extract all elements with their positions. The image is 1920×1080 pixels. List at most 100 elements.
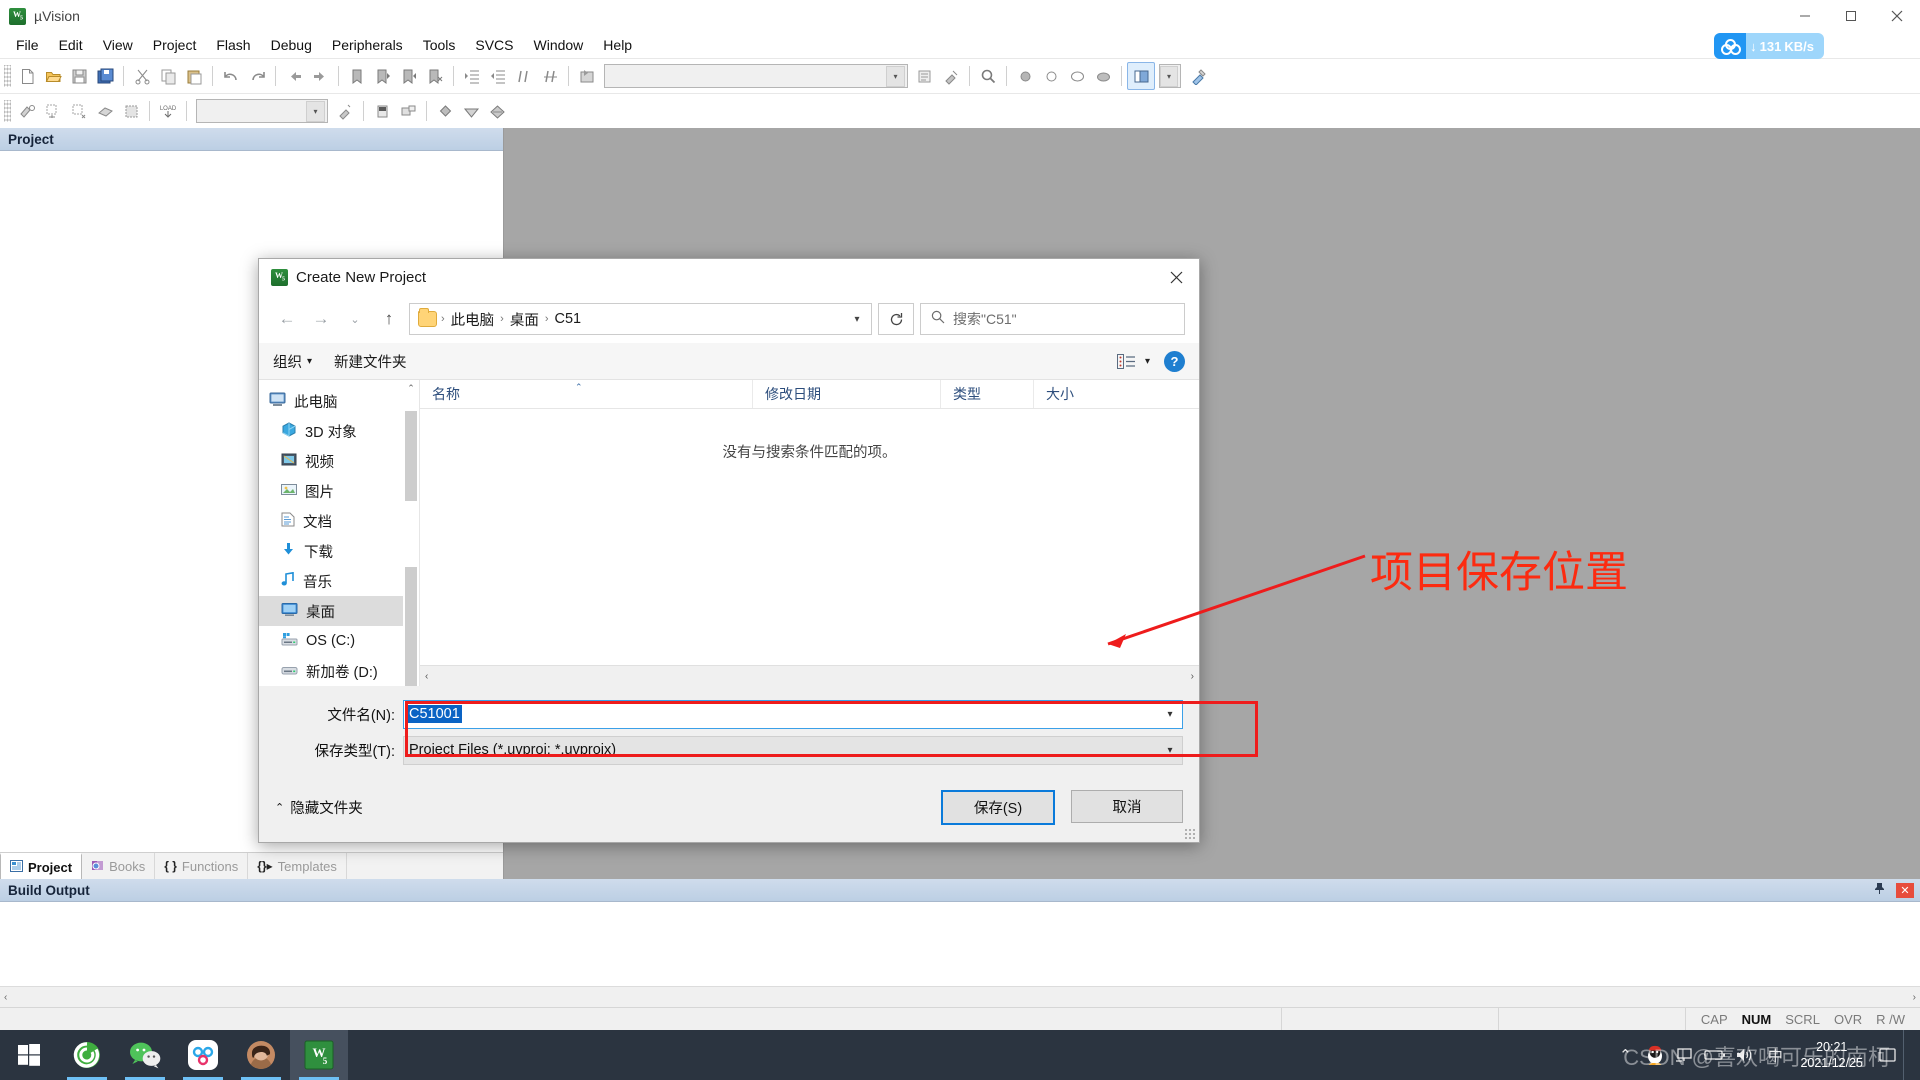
copy-icon[interactable] bbox=[155, 63, 181, 89]
project-target-combo[interactable]: ▾ bbox=[196, 99, 328, 123]
batch-build-icon[interactable] bbox=[92, 98, 118, 124]
menu-item-file[interactable]: File bbox=[6, 34, 49, 56]
nav-item-desktop[interactable]: 桌面 bbox=[259, 596, 419, 626]
up-icon[interactable]: ↑ bbox=[375, 305, 403, 333]
dialog-close-button[interactable] bbox=[1153, 259, 1199, 295]
chevron-down-icon[interactable]: ▾ bbox=[845, 306, 869, 332]
undo-icon[interactable] bbox=[218, 63, 244, 89]
pack-refresh-icon[interactable] bbox=[484, 98, 510, 124]
help-icon[interactable]: ? bbox=[1164, 350, 1185, 372]
close-button[interactable] bbox=[1874, 0, 1920, 32]
tab-functions[interactable]: { } Functions bbox=[155, 853, 249, 879]
bookmark-toggle-icon[interactable] bbox=[344, 63, 370, 89]
cut-icon[interactable] bbox=[129, 63, 155, 89]
manage-targets-icon[interactable] bbox=[938, 63, 964, 89]
nav-item-3d-objects[interactable]: 3D 对象 bbox=[259, 416, 419, 446]
menu-item-window[interactable]: Window bbox=[524, 34, 594, 56]
target-options-icon[interactable] bbox=[912, 63, 938, 89]
new-folder-button[interactable]: 新建文件夹 bbox=[334, 351, 407, 372]
menu-item-view[interactable]: View bbox=[93, 34, 143, 56]
stop-build-icon[interactable] bbox=[118, 98, 144, 124]
pack-installer-icon[interactable] bbox=[432, 98, 458, 124]
breakpoint-disable-icon[interactable] bbox=[1038, 63, 1064, 89]
menu-item-flash[interactable]: Flash bbox=[206, 34, 260, 56]
dialog-resize-grip[interactable] bbox=[1184, 828, 1196, 840]
nav-item-downloads[interactable]: 下载 bbox=[259, 536, 419, 566]
breakpoint-clear-icon[interactable] bbox=[1064, 63, 1090, 89]
breadcrumb-item-desktop[interactable]: 桌面 bbox=[508, 309, 541, 330]
project-window-toggle-icon[interactable] bbox=[1127, 62, 1155, 90]
paste-icon[interactable] bbox=[181, 63, 207, 89]
file-list-hscrollbar[interactable]: ‹ › bbox=[420, 665, 1199, 686]
menu-item-peripherals[interactable]: Peripherals bbox=[322, 34, 413, 56]
window-layout-dropdown[interactable]: ▾ bbox=[1159, 64, 1181, 88]
menu-item-tools[interactable]: Tools bbox=[413, 34, 466, 56]
build-target-icon[interactable] bbox=[40, 98, 66, 124]
tab-templates[interactable]: {}▸ Templates bbox=[248, 853, 347, 879]
toolbar-grip[interactable] bbox=[4, 100, 11, 122]
new-file-icon[interactable] bbox=[14, 63, 40, 89]
refresh-icon[interactable] bbox=[878, 303, 914, 335]
comment-icon[interactable] bbox=[511, 63, 537, 89]
forward-icon[interactable]: → bbox=[307, 305, 335, 333]
cancel-button[interactable]: 取消 bbox=[1071, 789, 1183, 823]
find-icon[interactable] bbox=[975, 63, 1001, 89]
translate-icon[interactable] bbox=[14, 98, 40, 124]
recent-locations-icon[interactable]: ⌄ bbox=[341, 305, 369, 333]
scroll-up-icon[interactable]: ⌃ bbox=[403, 380, 419, 397]
download-load-icon[interactable]: LOAD bbox=[155, 98, 181, 124]
menu-item-svcs[interactable]: SVCS bbox=[465, 34, 523, 56]
nav-item-videos[interactable]: 视频 bbox=[259, 446, 419, 476]
bookmark-prev-icon[interactable] bbox=[370, 63, 396, 89]
pack-manage-icon[interactable] bbox=[458, 98, 484, 124]
pin-icon[interactable] bbox=[1873, 882, 1886, 898]
back-icon[interactable]: ← bbox=[273, 305, 301, 333]
column-size[interactable]: 大小 bbox=[1033, 380, 1199, 408]
column-date-modified[interactable]: 修改日期 bbox=[752, 380, 940, 408]
breadcrumb-item-this-pc[interactable]: 此电脑 bbox=[449, 309, 497, 330]
indent-decrease-icon[interactable] bbox=[485, 63, 511, 89]
save-all-icon[interactable] bbox=[92, 63, 118, 89]
bookmark-next-icon[interactable] bbox=[396, 63, 422, 89]
bookmark-clear-icon[interactable] bbox=[422, 63, 448, 89]
manage-components-icon[interactable] bbox=[395, 98, 421, 124]
view-list-icon[interactable]: ▾ bbox=[1116, 353, 1150, 369]
chevron-down-icon[interactable]: ▾ bbox=[1158, 738, 1182, 763]
tab-books[interactable]: Books bbox=[82, 853, 156, 879]
indent-increase-icon[interactable] bbox=[459, 63, 485, 89]
target-options-2-icon[interactable] bbox=[332, 98, 358, 124]
target-combo[interactable]: ▾ bbox=[604, 64, 908, 88]
wechat-icon[interactable] bbox=[116, 1030, 174, 1080]
show-desktop-button[interactable] bbox=[1903, 1030, 1912, 1080]
start-button[interactable] bbox=[0, 1030, 58, 1080]
breakpoint-icon[interactable] bbox=[1012, 63, 1038, 89]
menu-item-help[interactable]: Help bbox=[593, 34, 642, 56]
nav-item-pictures[interactable]: 图片 bbox=[259, 476, 419, 506]
scroll-left-icon[interactable]: ‹ bbox=[425, 671, 428, 682]
minimize-button[interactable] bbox=[1782, 0, 1828, 32]
keil-uvision-icon[interactable]: W5 bbox=[290, 1030, 348, 1080]
column-name[interactable]: 名称 bbox=[420, 380, 752, 408]
menu-item-debug[interactable]: Debug bbox=[261, 34, 322, 56]
nav-item-music[interactable]: 音乐 bbox=[259, 566, 419, 596]
menu-item-project[interactable]: Project bbox=[143, 34, 207, 56]
chevron-down-icon[interactable]: ▾ bbox=[1158, 702, 1182, 727]
nav-item-documents[interactable]: 文档 bbox=[259, 506, 419, 536]
save-button[interactable]: 保存(S) bbox=[941, 789, 1055, 825]
navigate-back-icon[interactable] bbox=[281, 63, 307, 89]
toolbar-grip[interactable] bbox=[4, 65, 11, 87]
column-type[interactable]: 类型 bbox=[940, 380, 1033, 408]
nav-item-os-drive[interactable]: OS (C:) bbox=[259, 626, 419, 656]
nav-item-this-pc[interactable]: 此电脑 bbox=[259, 386, 419, 416]
open-file-icon[interactable] bbox=[40, 63, 66, 89]
rebuild-icon[interactable] bbox=[66, 98, 92, 124]
search-input[interactable]: 搜索"C51" bbox=[920, 303, 1185, 335]
filename-input[interactable]: C51001 ▾ bbox=[403, 699, 1183, 729]
build-output-hscrollbar[interactable]: ‹ › bbox=[0, 986, 1920, 1007]
baidu-netdisk-icon[interactable] bbox=[174, 1030, 232, 1080]
organize-button[interactable]: 组织 ▾ bbox=[273, 351, 312, 372]
navigate-forward-icon[interactable] bbox=[307, 63, 333, 89]
nav-scroll-thumb[interactable] bbox=[405, 411, 417, 501]
tab-project[interactable]: Project bbox=[0, 853, 83, 879]
scroll-right-icon[interactable]: › bbox=[1191, 671, 1194, 682]
